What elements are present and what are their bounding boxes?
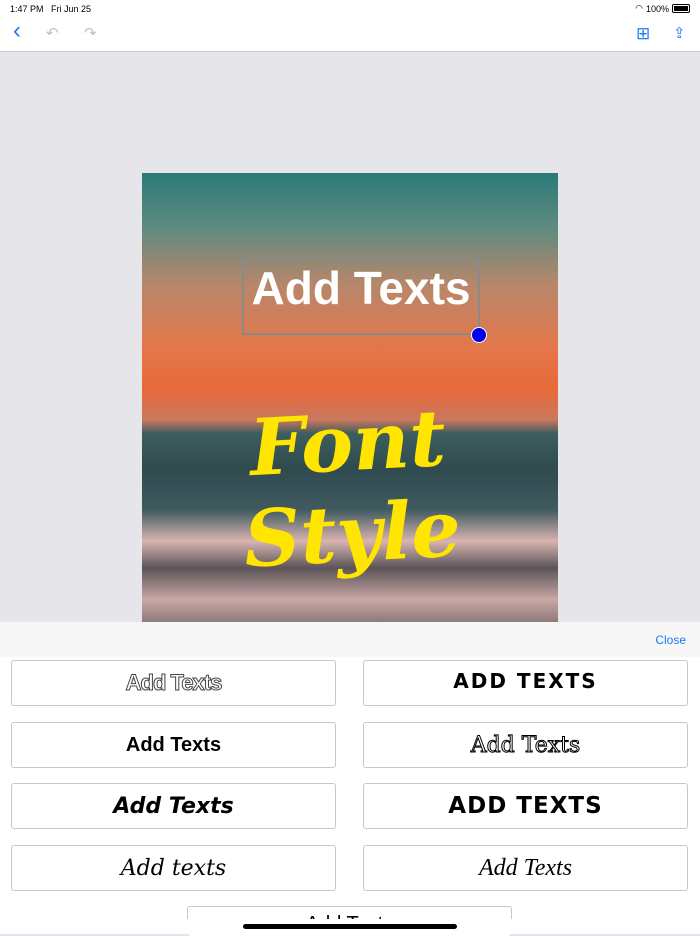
resize-handle[interactable] — [471, 327, 487, 343]
share-icon[interactable]: ⇪ — [673, 24, 686, 44]
battery-icon — [672, 4, 690, 13]
font-style-button[interactable]: Add Texts — [11, 660, 336, 706]
font-style-button[interactable]: Add Texts — [11, 722, 336, 768]
styled-text-layer[interactable]: Font Style — [142, 387, 558, 591]
font-style-list: Add Texts ADD TEXTS Add Texts Add Texts … — [0, 657, 700, 936]
font-style-button[interactable]: ADD TEXTS — [363, 783, 688, 829]
status-bar: 1:47 PM Fri Jun 25 ◠ 100% — [0, 0, 700, 18]
redo-icon[interactable]: ↷ — [84, 24, 97, 44]
font-style-button[interactable]: Add Texts — [11, 783, 336, 829]
font-style-button[interactable]: ADD TEXTS — [363, 660, 688, 706]
status-time: 1:47 PM Fri Jun 25 — [10, 4, 92, 14]
home-indicator[interactable] — [243, 924, 457, 929]
close-button[interactable]: Close — [655, 633, 686, 647]
selection-box — [242, 258, 480, 335]
photo-canvas[interactable]: Add Texts Font Style — [142, 173, 558, 622]
font-style-button[interactable]: Add texts — [11, 845, 336, 891]
undo-icon[interactable]: ↶ — [46, 24, 59, 44]
font-panel-header: Close — [0, 622, 700, 657]
back-icon[interactable]: ‹ — [13, 19, 21, 43]
battery-percent: 100% — [645, 3, 669, 14]
grid-icon[interactable]: ⊞ — [636, 24, 650, 44]
toolbar: ‹ ↶ ↷ ⊞ ⇪ — [0, 18, 700, 52]
wifi-icon: ◠ — [635, 3, 643, 13]
font-style-button[interactable]: Add Texts — [363, 722, 688, 768]
font-style-button[interactable]: Add Texts — [363, 845, 688, 891]
